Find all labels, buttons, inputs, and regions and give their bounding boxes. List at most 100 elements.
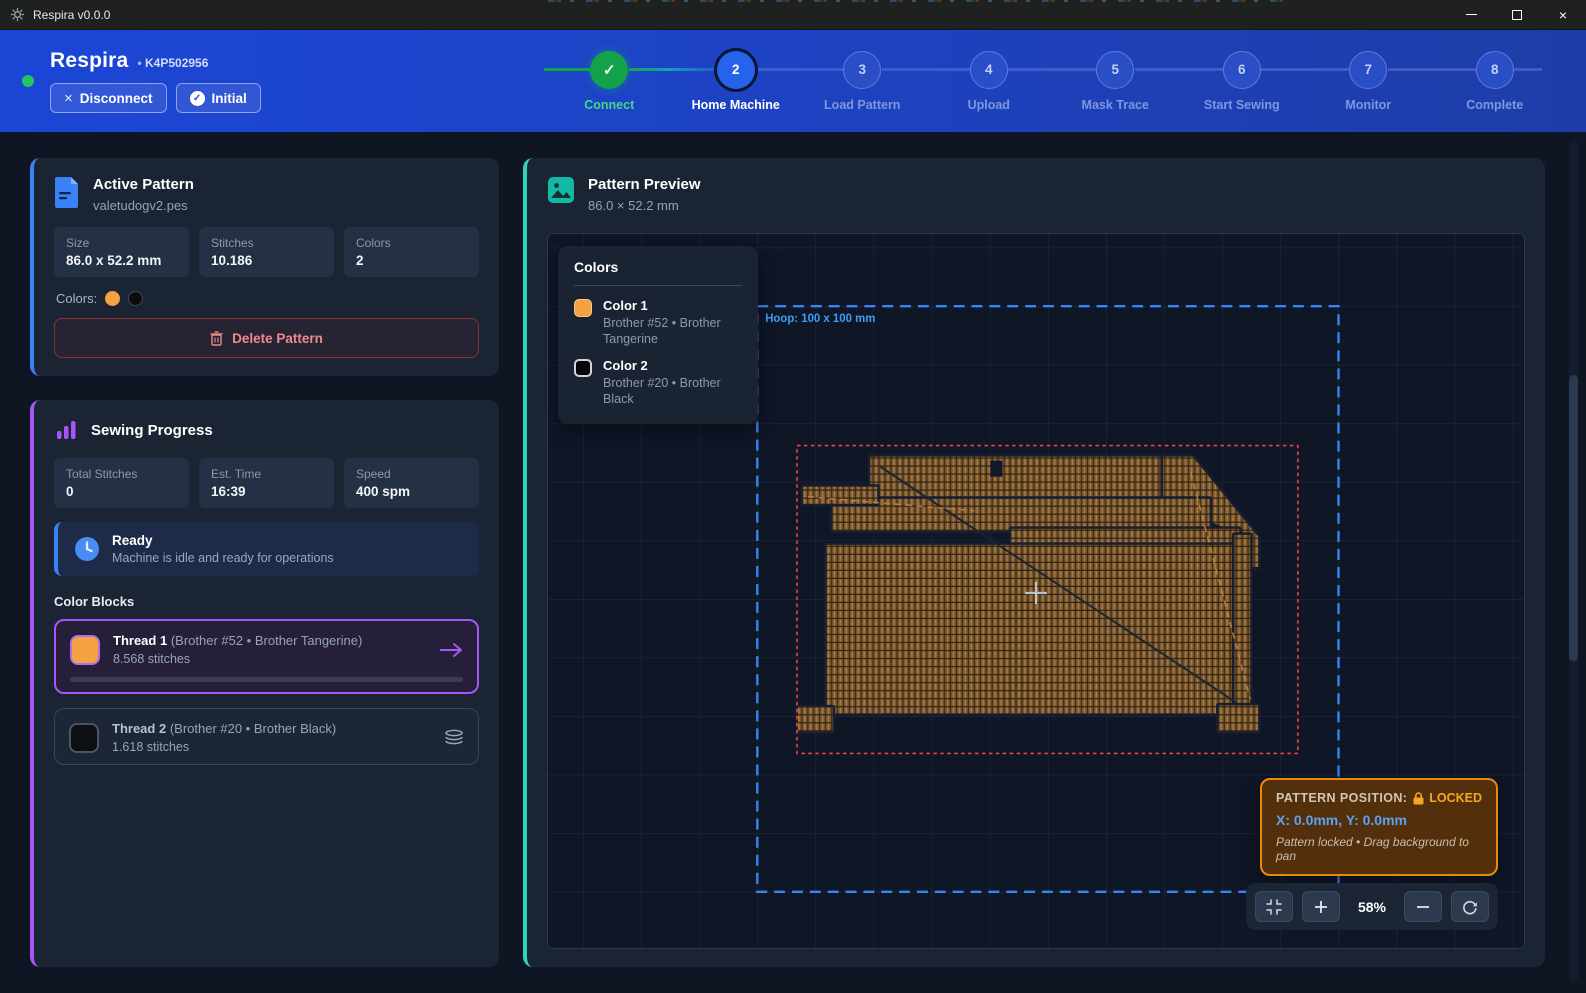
- step-7-label: Monitor: [1345, 98, 1391, 112]
- pattern-preview-card: Pattern Preview 86.0 × 52.2 mm: [523, 158, 1545, 967]
- legend-swatch-2: [574, 359, 592, 377]
- thread-1-progress: [70, 677, 463, 682]
- check-icon: ✓: [603, 61, 616, 79]
- stepper-link: [1008, 68, 1096, 71]
- step-load-pattern[interactable]: 3 Load Pattern: [799, 51, 926, 112]
- locked-label: LOCKED: [1429, 791, 1482, 805]
- step-1-circle: ✓: [590, 51, 628, 89]
- step-upload[interactable]: 4 Upload: [926, 51, 1053, 112]
- stepper-link: [629, 68, 717, 71]
- initial-label: Initial: [212, 91, 247, 106]
- refresh-icon: [1462, 899, 1478, 915]
- color-dot-black: [128, 291, 143, 306]
- stepper-lead-line: [544, 68, 590, 71]
- scrollbar-thumb[interactable]: [1569, 375, 1578, 661]
- step-8-circle: 8: [1476, 51, 1514, 89]
- delete-pattern-button[interactable]: Delete Pattern: [54, 318, 479, 358]
- pattern-coordinates: X: 0.0mm, Y: 0.0mm: [1276, 812, 1482, 828]
- thread-2-swatch: [69, 723, 99, 753]
- colors-legend: Colors Color 1 Brother #52 • Brother Tan…: [558, 246, 758, 424]
- image-icon: [547, 176, 575, 204]
- fit-view-button[interactable]: [1255, 891, 1293, 922]
- stepper-trail-line: [1514, 68, 1542, 71]
- hoop-label: Hoop: 100 x 100 mm: [765, 313, 875, 325]
- window-titlebar: Respira v0.0.0 ×: [0, 0, 1586, 30]
- minus-icon: [1416, 900, 1430, 914]
- thread-1-stitches: 8.568 stitches: [113, 652, 362, 666]
- colors-label: Colors:: [56, 291, 97, 306]
- workflow-stepper: ✓ Connect 2 Home Machine 3 Load Pattern …: [546, 51, 1558, 112]
- trash-icon: [210, 331, 223, 346]
- bar-chart-icon: [54, 418, 78, 442]
- pattern-dimensions: 86.0 × 52.2 mm: [588, 198, 701, 213]
- zoom-out-button[interactable]: [1404, 891, 1442, 922]
- step-mask-trace[interactable]: 5 Mask Trace: [1052, 51, 1179, 112]
- window-scrollbar[interactable]: [1569, 140, 1578, 981]
- step-start-sewing[interactable]: 6 Start Sewing: [1179, 51, 1306, 112]
- minimize-icon: [1466, 14, 1477, 15]
- background-window-noise: [548, 0, 1288, 2]
- zoom-in-button[interactable]: [1302, 891, 1340, 922]
- delete-pattern-label: Delete Pattern: [232, 331, 323, 346]
- zoom-toolbar: 58%: [1246, 883, 1498, 930]
- thread-1-detail: (Brother #52 • Brother Tangerine): [171, 633, 362, 648]
- pattern-preview-title: Pattern Preview: [588, 176, 701, 193]
- step-7-circle: 7: [1349, 51, 1387, 89]
- plus-icon: [1314, 900, 1328, 914]
- step-3-circle: 3: [843, 51, 881, 89]
- connection-status-dot: [22, 75, 34, 87]
- active-pattern-title: Active Pattern: [93, 176, 194, 193]
- pattern-notch: [990, 461, 1002, 477]
- brand-block: Respira K4P502956 × Disconnect ✓ Initial: [50, 49, 261, 113]
- reset-view-button[interactable]: [1451, 891, 1489, 922]
- layers-stack-icon: [444, 729, 464, 747]
- thread-2-name: Thread 2: [112, 721, 166, 736]
- thread-2-stitches: 1.618 stitches: [112, 740, 336, 754]
- legend-item-color1: Color 1 Brother #52 • Brother Tangerine: [574, 298, 742, 347]
- color-blocks-heading: Color Blocks: [54, 594, 479, 609]
- minimize-button[interactable]: [1448, 0, 1494, 29]
- step-complete[interactable]: 8 Complete: [1432, 51, 1559, 112]
- stat-est-time: Est. Time 16:39: [199, 458, 334, 508]
- machine-status-banner: Ready Machine is idle and ready for oper…: [54, 522, 479, 576]
- pattern-position-overlay: PATTERN POSITION: LOCKED X: 0.0mm, Y: 0.…: [1260, 778, 1498, 876]
- stepper-link: [1261, 68, 1349, 71]
- sewing-progress-title: Sewing Progress: [91, 422, 213, 439]
- stat-speed: Speed 400 spm: [344, 458, 479, 508]
- color-dot-orange: [105, 291, 120, 306]
- thread-1-block[interactable]: Thread 1 (Brother #52 • Brother Tangerin…: [54, 619, 479, 694]
- initial-button[interactable]: ✓ Initial: [176, 83, 261, 113]
- preview-canvas[interactable]: Hoop: 100 x 100 mm: [547, 233, 1525, 949]
- step-monitor[interactable]: 7 Monitor: [1305, 51, 1432, 112]
- disconnect-x-icon: ×: [64, 90, 73, 107]
- maximize-button[interactable]: [1494, 0, 1540, 29]
- app-brand: Respira: [50, 49, 128, 73]
- stat-size: Size 86.0 x 52.2 mm: [54, 227, 189, 277]
- maximize-icon: [1512, 10, 1522, 20]
- step-1-label: Connect: [584, 98, 634, 112]
- step-connect[interactable]: ✓ Connect: [546, 51, 673, 112]
- app-header: Respira K4P502956 × Disconnect ✓ Initial…: [0, 30, 1586, 132]
- check-circle-icon: ✓: [190, 91, 205, 106]
- step-5-label: Mask Trace: [1082, 98, 1149, 112]
- thread-2-block[interactable]: Thread 2 (Brother #20 • Brother Black) 1…: [54, 708, 479, 765]
- legend-item-color2: Color 2 Brother #20 • Brother Black: [574, 358, 742, 407]
- step-2-label: Home Machine: [692, 98, 780, 112]
- legend-title: Colors: [574, 259, 742, 286]
- status-title: Ready: [112, 533, 334, 548]
- thread-1-swatch: [70, 635, 100, 665]
- arrow-right-icon: [439, 642, 463, 658]
- step-6-label: Start Sewing: [1204, 98, 1280, 112]
- pattern-filename: valetudogv2.pes: [93, 198, 194, 213]
- fit-view-icon: [1266, 899, 1282, 915]
- step-4-label: Upload: [968, 98, 1010, 112]
- step-3-label: Load Pattern: [824, 98, 900, 112]
- close-button[interactable]: ×: [1540, 0, 1586, 29]
- zoom-level: 58%: [1349, 899, 1395, 915]
- step-home-machine[interactable]: 2 Home Machine: [673, 51, 800, 112]
- thread-2-detail: (Brother #20 • Brother Black): [170, 721, 336, 736]
- file-icon: [54, 176, 80, 208]
- pattern-lock-hint: Pattern locked • Drag background to pan: [1276, 835, 1482, 863]
- disconnect-button[interactable]: × Disconnect: [50, 83, 167, 113]
- stat-total-stitches: Total Stitches 0: [54, 458, 189, 508]
